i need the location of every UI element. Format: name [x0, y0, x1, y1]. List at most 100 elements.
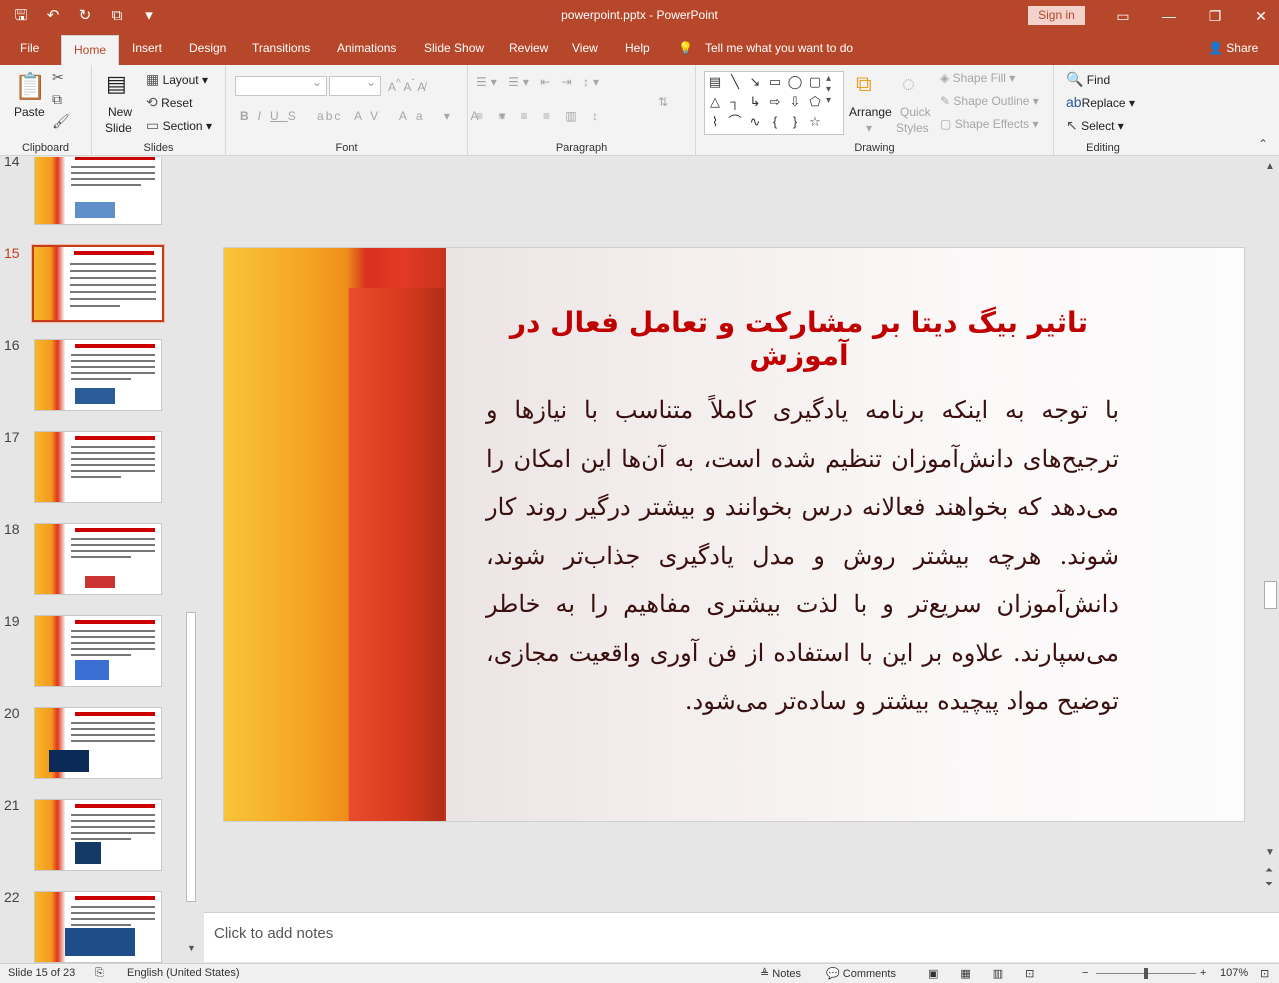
- zoom-in-icon[interactable]: +: [1200, 967, 1206, 979]
- quick-styles-label-2[interactable]: Styles: [896, 121, 929, 135]
- oval-shape-icon[interactable]: ◯: [785, 72, 805, 92]
- rounded-rect-shape-icon[interactable]: ▢: [805, 72, 825, 92]
- alignment-buttons[interactable]: ≡ ≡ ≡ ≡ ▥ ↕: [476, 109, 604, 123]
- new-slide-label[interactable]: New: [108, 105, 132, 119]
- view-buttons[interactable]: ▣▦▥⊡: [928, 967, 1056, 980]
- tab-review[interactable]: Review: [509, 32, 548, 65]
- replace-button[interactable]: abReplace ▾: [1066, 94, 1135, 110]
- tab-insert[interactable]: Insert: [132, 32, 162, 65]
- arrange-dropdown-icon[interactable]: ▾: [866, 121, 872, 135]
- shapes-gallery[interactable]: ▤ ╲ ↘ ▭ ◯ ▢ △ ┐ ↳ ⇨ ⇩ ⬠ ⌇ ⌒ ∿{} ☆: [704, 71, 844, 135]
- tab-home[interactable]: Home: [61, 35, 120, 65]
- scroll-up-icon[interactable]: ▲: [1265, 161, 1275, 172]
- sign-in-button[interactable]: Sign in: [1028, 6, 1085, 25]
- close-icon[interactable]: ✕: [1238, 4, 1279, 28]
- cut-icon[interactable]: ✂: [52, 69, 64, 86]
- zoom-slider-thumb[interactable]: [1144, 968, 1148, 979]
- shape-fill-button[interactable]: ◈ Shape Fill ▾: [940, 71, 1015, 85]
- language-indicator[interactable]: English (United States): [127, 967, 240, 979]
- select-button[interactable]: ↖ Select ▾: [1066, 117, 1124, 134]
- list-buttons[interactable]: ☰▾ ☰▾ ⇤ ⇥ ↕▾: [476, 75, 603, 89]
- star-shape-icon[interactable]: ☆: [805, 112, 825, 132]
- paste-button[interactable]: Paste: [14, 105, 45, 119]
- ribbon-display-options-icon[interactable]: ▭: [1100, 4, 1146, 28]
- line-shape-icon[interactable]: ╲: [725, 72, 745, 92]
- minimize-icon[interactable]: —: [1146, 4, 1192, 28]
- next-slide-icon[interactable]: ⏷: [1265, 879, 1273, 890]
- thumbnail-slide-22[interactable]: 22: [0, 889, 200, 963]
- slide-scroll-thumb[interactable]: [1264, 581, 1277, 609]
- reset-button[interactable]: ⟲ Reset: [146, 94, 192, 111]
- thumbnail-slide-16[interactable]: 16: [0, 337, 200, 429]
- zoom-out-icon[interactable]: −: [1082, 967, 1088, 979]
- new-slide-label-2[interactable]: Slide: [105, 121, 132, 135]
- brace-right-icon[interactable]: }: [785, 112, 805, 132]
- arrange-icon[interactable]: ⧉: [856, 71, 872, 97]
- tab-design[interactable]: Design: [189, 32, 226, 65]
- elbow-arrow-icon[interactable]: ↳: [745, 92, 765, 112]
- down-arrow-shape-icon[interactable]: ⇩: [785, 92, 805, 112]
- font-size-dropdown[interactable]: [329, 75, 381, 96]
- find-button[interactable]: 🔍 Find: [1066, 71, 1110, 88]
- thumbnail-slide-15[interactable]: 15: [0, 244, 200, 337]
- scroll-down-icon[interactable]: ▼: [187, 943, 196, 953]
- brace-left-icon[interactable]: {: [765, 112, 785, 132]
- shape-outline-button[interactable]: ✎ Shape Outline ▾: [940, 94, 1039, 108]
- collapse-ribbon-icon[interactable]: ⌃: [1258, 137, 1268, 151]
- notes-placeholder[interactable]: Click to add notes: [214, 925, 333, 942]
- zoom-level[interactable]: 107%: [1220, 967, 1248, 979]
- fit-slide-icon[interactable]: ⊡: [1260, 967, 1269, 980]
- current-slide[interactable]: تاثیر بیگ دیتا بر مشارکت و تعامل فعال در…: [223, 247, 1245, 822]
- textbox-shape-icon[interactable]: ▤: [705, 72, 725, 92]
- slide-title[interactable]: تاثیر بیگ دیتا بر مشارکت و تعامل فعال در…: [494, 306, 1104, 372]
- notes-toggle[interactable]: ≜ Notes: [760, 967, 801, 980]
- thumbnail-slide-18[interactable]: 18: [0, 521, 200, 613]
- notes-pane[interactable]: Click to add notes: [204, 912, 1279, 962]
- font-name-dropdown[interactable]: [235, 75, 327, 96]
- new-slide-icon[interactable]: ▤: [106, 71, 127, 97]
- thumbnails-scroll-thumb[interactable]: [186, 612, 196, 902]
- elbow-connector-icon[interactable]: ┐: [725, 92, 745, 112]
- rectangle-shape-icon[interactable]: ▭: [765, 72, 785, 92]
- slide-body-text[interactable]: با توجه به اینکه برنامه یادگیری کاملاً م…: [486, 386, 1119, 726]
- slide-scrollbar[interactable]: ▲ ▼ ⏶ ⏷: [1262, 157, 1279, 911]
- right-arrow-shape-icon[interactable]: ⇨: [765, 92, 785, 112]
- freeform-shape-icon[interactable]: ⌇: [705, 112, 725, 132]
- spellcheck-icon[interactable]: ⎘: [95, 967, 104, 980]
- flowchart-shape-icon[interactable]: ⬠: [805, 92, 825, 112]
- thumbnail-slide-21[interactable]: 21: [0, 797, 200, 889]
- comments-toggle[interactable]: 💬 Comments: [826, 967, 896, 980]
- section-button[interactable]: ▭ Section ▾: [146, 117, 212, 134]
- tab-view[interactable]: View: [572, 32, 598, 65]
- triangle-shape-icon[interactable]: △: [705, 92, 725, 112]
- share-button[interactable]: 👤 Share: [1208, 32, 1258, 65]
- copy-icon[interactable]: ⧉: [52, 91, 62, 108]
- previous-slide-icon[interactable]: ⏶: [1265, 865, 1273, 876]
- quick-styles-label[interactable]: Quick: [900, 105, 931, 119]
- tell-me-search[interactable]: Tell me what you want to do: [705, 32, 853, 65]
- thumbnail-slide-14[interactable]: 14: [0, 157, 200, 245]
- thumbnail-slide-17[interactable]: 17: [0, 429, 200, 521]
- scroll-down-icon[interactable]: ▼: [1265, 847, 1275, 858]
- shapes-scroll-icon[interactable]: ▴ ▾ ▾: [826, 73, 831, 106]
- tab-slideshow[interactable]: Slide Show: [424, 32, 484, 65]
- curve-shape-icon[interactable]: ∿: [745, 112, 765, 132]
- thumbnails-scrollbar[interactable]: ▼: [184, 157, 198, 963]
- tab-file[interactable]: File: [20, 32, 39, 65]
- tab-help[interactable]: Help: [625, 32, 650, 65]
- thumbnail-slide-20[interactable]: 20: [0, 705, 200, 797]
- paste-icon[interactable]: 📋: [14, 71, 46, 102]
- thumbnail-slide-19[interactable]: 19: [0, 613, 200, 705]
- arc-shape-icon[interactable]: ⌒: [725, 112, 745, 132]
- arrow-shape-icon[interactable]: ↘: [745, 72, 765, 92]
- shape-effects-button[interactable]: ▢ Shape Effects ▾: [940, 117, 1039, 131]
- tab-animations[interactable]: Animations: [337, 32, 396, 65]
- layout-button[interactable]: ▦ Layout ▾: [146, 71, 208, 88]
- font-size-buttons[interactable]: A^ Aˇ A̸: [388, 78, 425, 94]
- quick-styles-icon[interactable]: ◌: [902, 71, 915, 97]
- format-painter-icon[interactable]: 🖌: [52, 113, 70, 130]
- arrange-button[interactable]: Arrange: [849, 105, 892, 119]
- tab-transitions[interactable]: Transitions: [252, 32, 310, 65]
- restore-icon[interactable]: ❐: [1192, 4, 1238, 28]
- text-direction-icon[interactable]: ⇅: [658, 95, 668, 109]
